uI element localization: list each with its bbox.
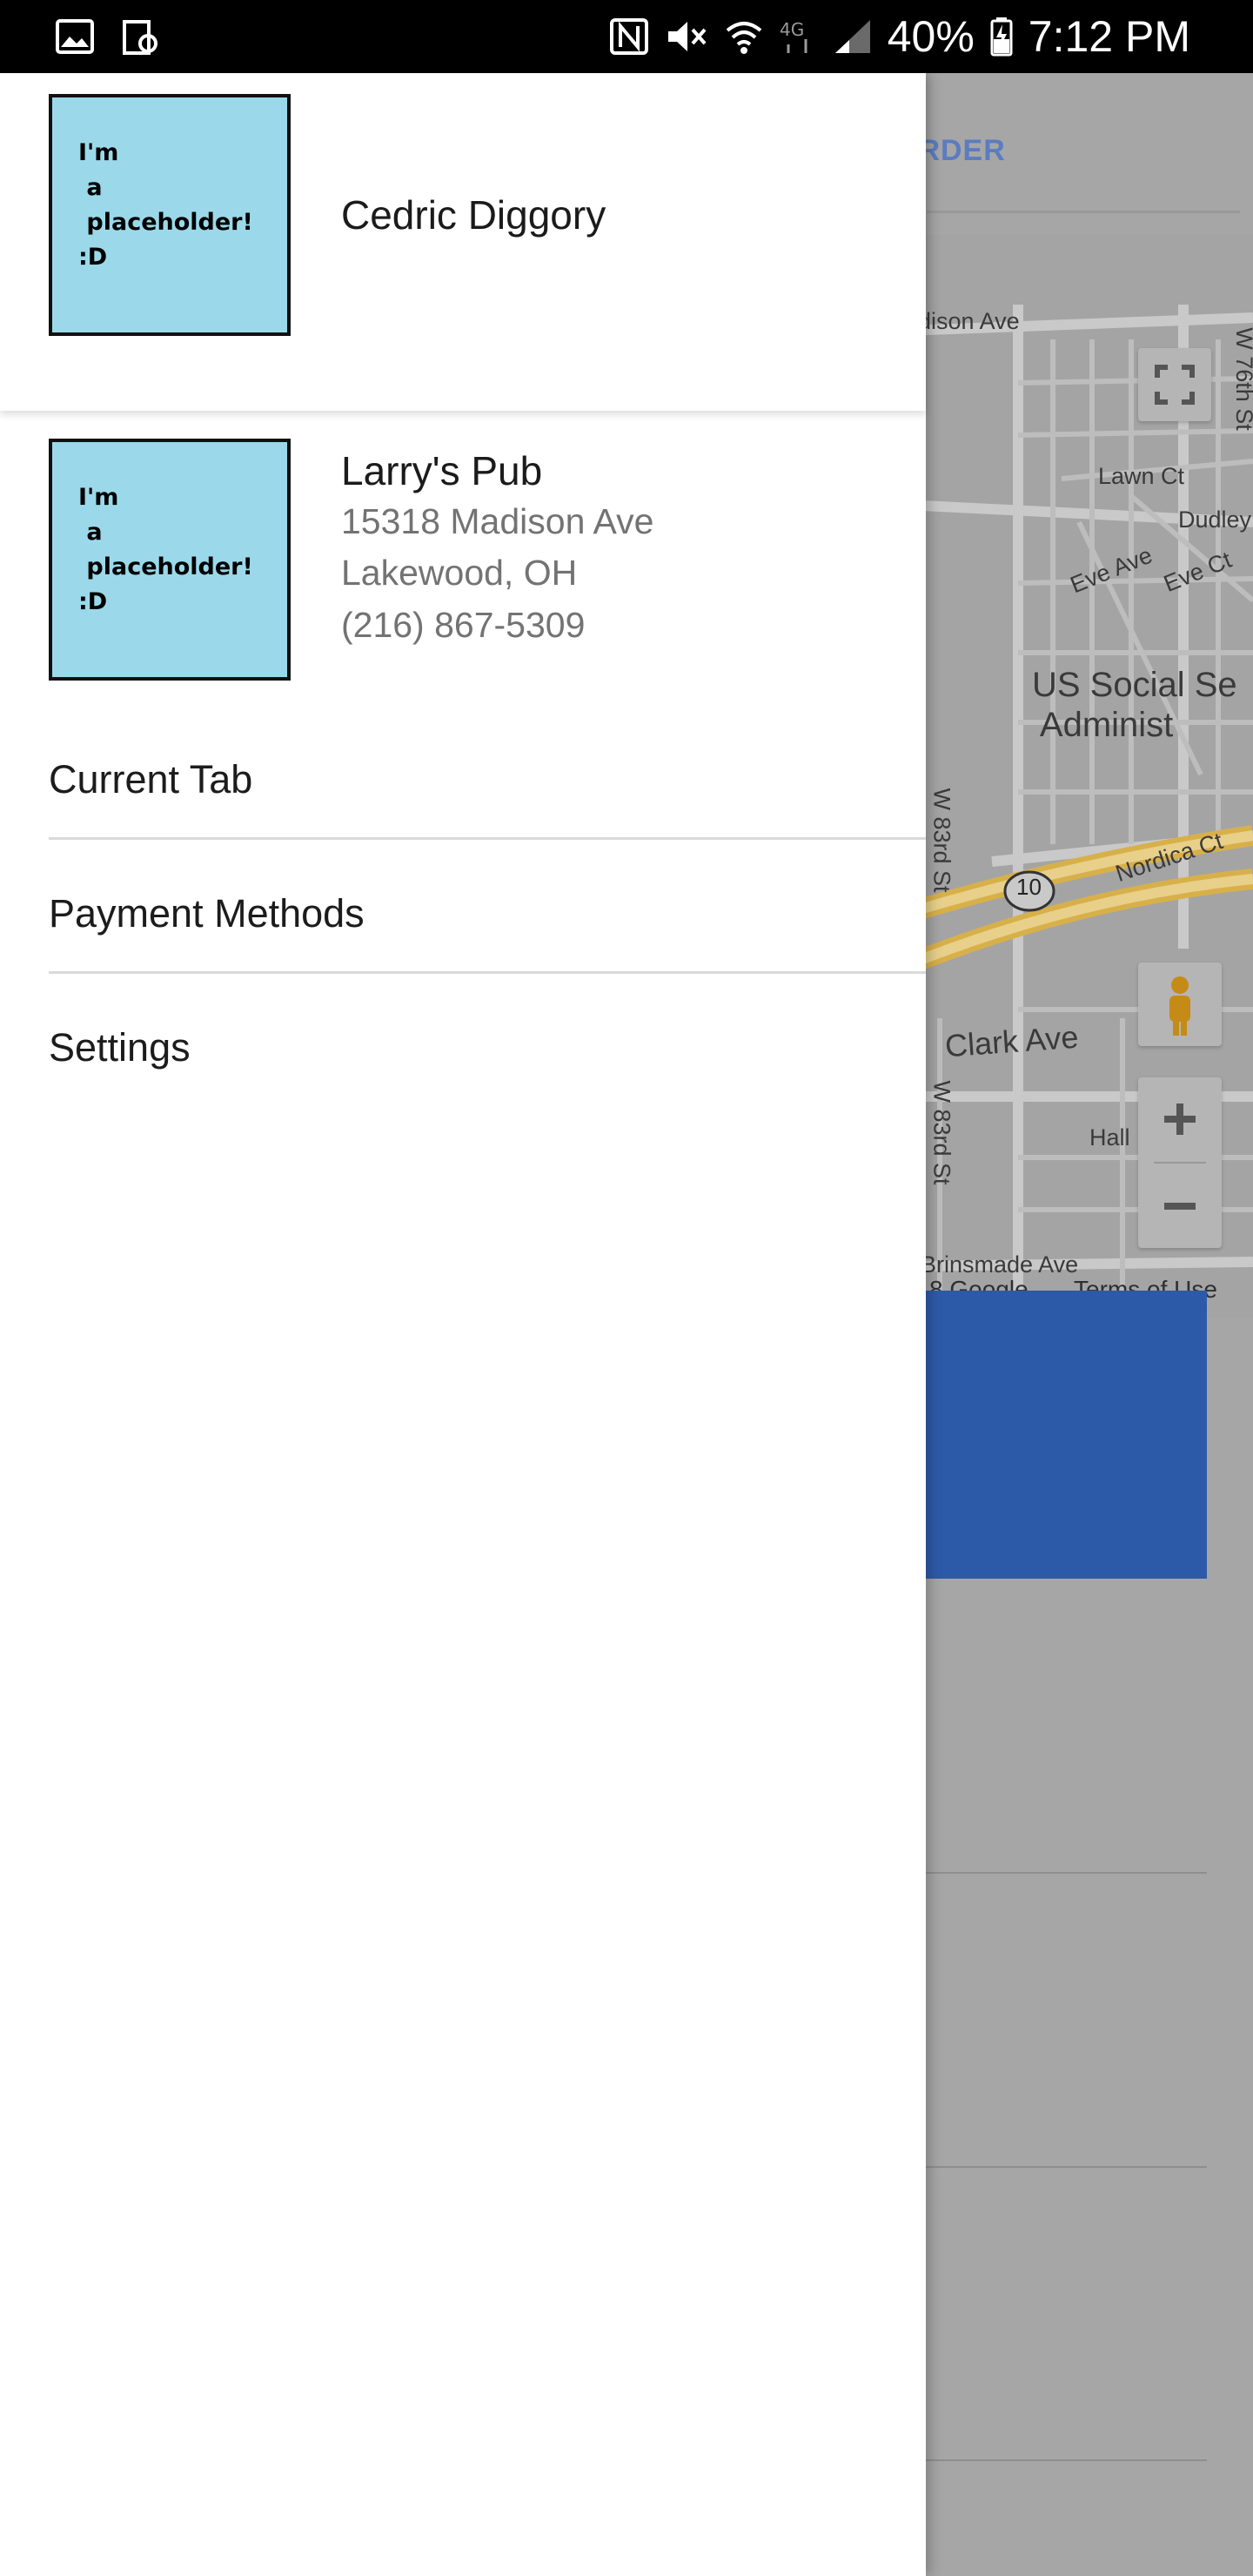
user-name: Cedric Diggory xyxy=(341,192,606,238)
fullscreen-icon xyxy=(1155,365,1195,405)
drawer-header: I'm a placeholder! :D Cedric Diggory xyxy=(0,73,926,411)
header-divider xyxy=(927,211,1240,213)
map-label-dudley: Dudley xyxy=(1178,506,1252,533)
primary-action-block[interactable] xyxy=(925,1291,1207,1579)
battery-percent: 40% xyxy=(887,12,975,61)
map-label-w76: W 76th St xyxy=(1230,327,1253,431)
venue-address-line1: 15318 Madison Ave xyxy=(341,501,654,541)
lte-icon: 4G xyxy=(780,18,818,55)
navigation-drawer: I'm a placeholder! :D Cedric Diggory I'm… xyxy=(0,73,926,2576)
avatar-placeholder-text: I'm a placeholder! :D xyxy=(78,484,253,615)
pegman-icon xyxy=(1169,976,1190,1036)
nfc-icon xyxy=(609,17,649,56)
map-label-w83: W 83rd St xyxy=(928,788,955,893)
zoom-out-button[interactable] xyxy=(1138,1164,1222,1248)
zoom-in-button[interactable] xyxy=(1138,1077,1222,1161)
menu-item-settings[interactable]: Settings xyxy=(49,983,926,1113)
venue-phone: (216) 867-5309 xyxy=(341,605,586,645)
venue-name: Larry's Pub xyxy=(341,448,543,493)
map-label-social-security: US Social Se Administ xyxy=(1032,666,1237,744)
user-avatar[interactable]: I'm a placeholder! :D xyxy=(49,94,291,336)
list-divider xyxy=(925,1872,1207,1874)
venue-card[interactable]: I'm a placeholder! :D Larry's Pub 15318 … xyxy=(0,411,926,759)
signal-icon xyxy=(834,18,872,55)
street-view-button[interactable] xyxy=(1138,963,1222,1046)
image-icon xyxy=(56,19,94,56)
map-route-shield: 10 xyxy=(1016,874,1042,900)
battery-charging-icon xyxy=(990,17,1013,57)
map-label-w83-lower: W 83rd St xyxy=(928,1080,955,1185)
list-divider xyxy=(925,2459,1207,2461)
venue-avatar: I'm a placeholder! :D xyxy=(49,439,291,681)
avatar-placeholder-text: I'm a placeholder! :D xyxy=(78,139,253,271)
zoom-controls xyxy=(1138,1077,1222,1248)
screenshot-icon xyxy=(122,19,160,56)
menu-item-payment-methods[interactable]: Payment Methods xyxy=(49,849,926,979)
status-bar: 4G 40% 7:12 PM xyxy=(0,0,1253,73)
fullscreen-button[interactable] xyxy=(1138,348,1211,421)
svg-text:4G: 4G xyxy=(780,19,804,40)
minus-icon xyxy=(1164,1203,1196,1210)
plus-icon xyxy=(1164,1104,1196,1135)
menu-item-current-tab[interactable]: Current Tab xyxy=(49,714,926,845)
venue-address-line2: Lakewood, OH xyxy=(341,553,578,593)
mute-icon xyxy=(665,17,708,56)
map-label-brinsmade: Brinsmade Ave xyxy=(921,1251,1079,1278)
list-divider xyxy=(925,2166,1207,2168)
wifi-icon xyxy=(724,18,764,55)
zoom-divider xyxy=(1154,1162,1206,1164)
map-view[interactable]: adison Ave Lawn Ct Dudley Eve Ave Eve Ct… xyxy=(905,235,1253,1318)
menu-divider xyxy=(49,837,926,840)
clock: 7:12 PM xyxy=(1028,12,1190,61)
menu-divider xyxy=(49,971,926,974)
map-label-lawn: Lawn Ct xyxy=(1098,463,1185,489)
map-label-hall: Hall xyxy=(1089,1124,1130,1150)
